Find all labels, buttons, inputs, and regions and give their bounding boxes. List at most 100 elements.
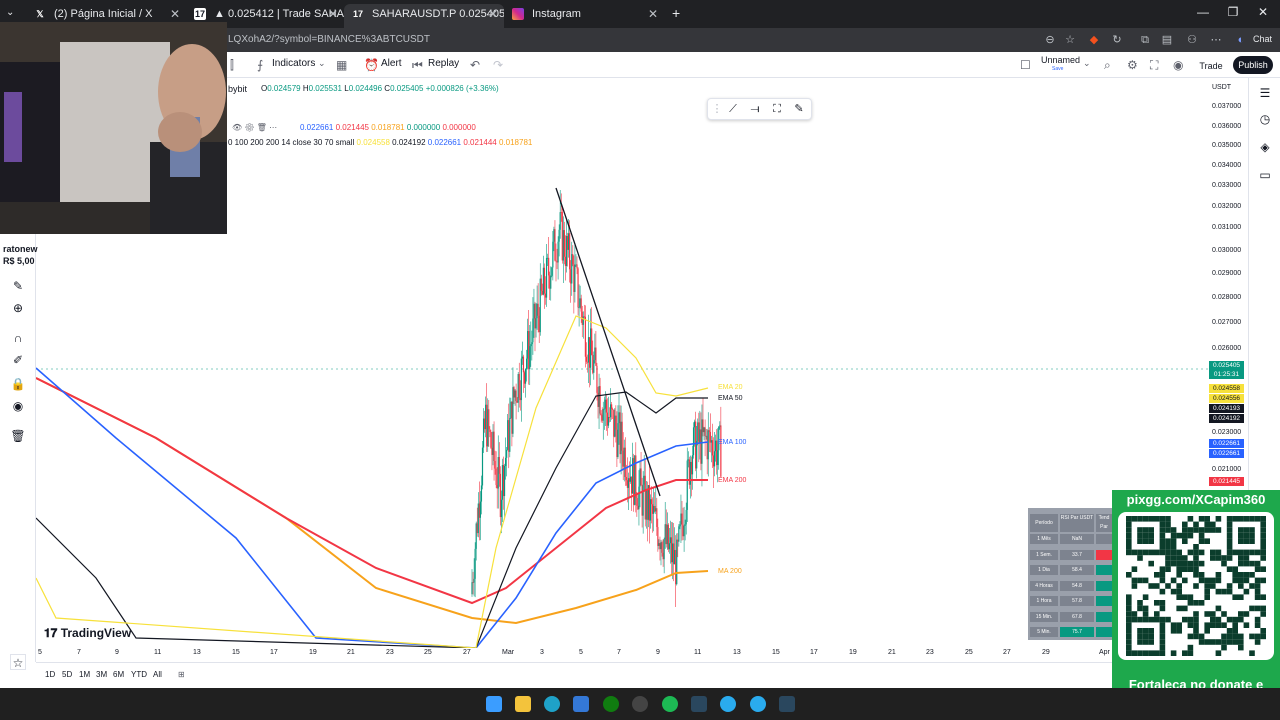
chevron-down-icon[interactable]: ⌄ [318, 58, 326, 69]
pencil-lock-icon[interactable]: ✐ [10, 352, 26, 368]
chevron-down-icon[interactable]: ⌄ [1083, 58, 1091, 69]
brush-icon[interactable]: ✎ [792, 102, 806, 116]
currency-selector[interactable]: USDT [1212, 84, 1231, 91]
undo-icon[interactable]: ↶ [470, 58, 480, 72]
layers-icon[interactable]: ◈ [1257, 140, 1273, 156]
url-field[interactable]: LQXohA2/?symbol=BINANCE%3ABTCUSDT [228, 34, 430, 45]
chat-icon[interactable]: ▭ [1257, 168, 1273, 184]
file-explorer-icon[interactable] [515, 696, 531, 712]
range-all[interactable]: All [153, 670, 162, 679]
layout-name[interactable]: Unnamed [1041, 55, 1080, 65]
redo-icon[interactable]: ↷ [493, 58, 503, 72]
camera-icon[interactable]: ◉ [1173, 58, 1183, 72]
range-6m[interactable]: 6M [113, 670, 124, 679]
range-3m[interactable]: 3M [96, 670, 107, 679]
indicators-button[interactable]: Indicators [272, 58, 315, 69]
watchlist-icon[interactable]: ☰ [1257, 86, 1273, 102]
indicators-icon[interactable]: ⨍ [257, 58, 263, 72]
alerts-clock-icon[interactable]: ◷ [1257, 112, 1273, 128]
magnet-icon[interactable]: ∩ [10, 330, 26, 346]
tab-split-icon[interactable]: ▤ [1160, 33, 1174, 47]
layout-icon[interactable]: ☐ [1020, 58, 1031, 72]
bar-style-icon[interactable]: ⫿ [230, 58, 234, 73]
obs-icon[interactable] [632, 696, 648, 712]
close-tab-icon[interactable]: ✕ [328, 4, 338, 24]
eye-icon[interactable]: ◉ [10, 398, 26, 414]
maximize-button[interactable]: ❐ [1218, 5, 1248, 19]
publish-button[interactable]: Publish [1233, 56, 1273, 74]
steam-icon[interactable] [779, 696, 795, 712]
qr-module [1170, 622, 1177, 628]
close-tab-icon[interactable]: ✕ [648, 4, 658, 24]
extension-icon[interactable]: ◆ [1087, 33, 1101, 47]
telegram-icon[interactable] [750, 696, 766, 712]
range-5d[interactable]: 5D [62, 670, 72, 679]
quick-search-icon[interactable]: ⌕ [1104, 58, 1111, 73]
steam-icon[interactable] [691, 696, 707, 712]
fullscreen-icon[interactable]: ⛶ [1150, 58, 1158, 73]
trendline-icon[interactable]: ⟋ [726, 102, 740, 116]
date-tick: 7 [617, 649, 621, 656]
candle-body [628, 478, 631, 482]
zoom-icon[interactable]: ⊖ [1043, 33, 1057, 47]
brush-icon[interactable]: ✎ [10, 278, 26, 294]
browser-tab-instagram[interactable]: Instagram ✕ [504, 4, 664, 28]
qr-module [1126, 549, 1132, 556]
range-ytd[interactable]: YTD [131, 670, 147, 679]
horizontal-ray-icon[interactable]: ⟞ [748, 102, 762, 116]
more-icon[interactable]: ⋯ [1209, 33, 1223, 47]
lock-icon[interactable]: 🔒 [10, 376, 26, 392]
qr-module [1182, 577, 1188, 584]
windows-start-icon[interactable] [486, 696, 502, 712]
xbox-icon[interactable] [603, 696, 619, 712]
copilot-icon[interactable]: ◐ [1234, 33, 1248, 47]
minimize-button[interactable]: — [1188, 5, 1218, 19]
chat-button[interactable]: Chat [1253, 34, 1272, 44]
range-1d[interactable]: 1D [45, 670, 55, 679]
trash-icon[interactable]: 🗑 [10, 428, 26, 444]
tab-search-icon[interactable]: ⌄ [6, 7, 14, 18]
favorite-star-icon[interactable]: ☆ [10, 654, 26, 670]
date-range-icon[interactable]: ⊞ [178, 670, 185, 679]
spotify-icon[interactable] [662, 696, 678, 712]
close-window-button[interactable]: ✕ [1248, 5, 1278, 19]
range-1m[interactable]: 1M [79, 670, 90, 679]
symbol-exchange[interactable]: bybit [228, 84, 247, 94]
qr-code [1118, 512, 1274, 660]
browser-tab-sahara[interactable]: 17 SAHARAUSDT.P 0.025405 ▼ −1.23 ✕ [344, 4, 504, 28]
qr-module [1193, 560, 1199, 567]
qr-module [1182, 521, 1188, 528]
candle-body [562, 230, 564, 261]
zoom-in-icon[interactable]: ⊕ [10, 300, 26, 316]
qr-module [1193, 616, 1199, 623]
windows-taskbar [0, 688, 1280, 720]
refresh-icon[interactable]: ↻ [1110, 33, 1124, 47]
replay-icon[interactable]: ⏮ [412, 58, 423, 73]
layout-grid-icon[interactable]: ▦ [336, 58, 347, 72]
extension-icon[interactable]: ⧉ [1138, 33, 1152, 47]
trade-button[interactable]: Trade [1198, 57, 1224, 75]
settings-gear-icon[interactable]: ⚙ [1127, 58, 1138, 72]
bookmark-star-icon[interactable]: ☆ [1063, 33, 1077, 47]
rectangle-icon[interactable]: ⛶ [770, 102, 784, 116]
drag-handle-icon[interactable]: ⋮ [710, 102, 724, 116]
candle-body [592, 354, 594, 373]
candle-body [493, 431, 495, 462]
telegram-icon[interactable] [720, 696, 736, 712]
qr-module [1210, 521, 1216, 528]
qr-module [1238, 555, 1244, 561]
close-tab-icon[interactable]: ✕ [170, 4, 180, 24]
qr-module [1221, 611, 1227, 617]
candle-body [717, 450, 719, 466]
close-tab-icon[interactable]: ✕ [488, 4, 498, 24]
edge-browser-icon[interactable] [544, 696, 560, 712]
favorites-icon[interactable]: ⚇ [1185, 33, 1199, 47]
new-tab-button[interactable]: + [672, 5, 680, 21]
indicator-legend-controls[interactable]: 👁 ⚙ 🗑 ⋯ [232, 123, 277, 132]
replay-button[interactable]: Replay [428, 58, 459, 69]
alert-icon[interactable]: ⏰ [364, 58, 379, 72]
candle-body [550, 275, 552, 289]
store-icon[interactable] [573, 696, 589, 712]
qr-module [1159, 588, 1166, 595]
alert-button[interactable]: Alert [381, 58, 402, 69]
